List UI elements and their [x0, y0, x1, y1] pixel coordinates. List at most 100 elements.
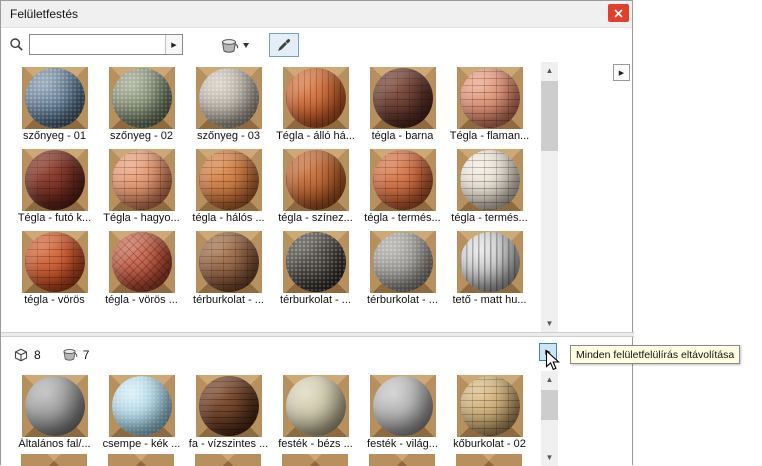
search-input[interactable] [32, 36, 164, 53]
material-preview-backdrop [108, 375, 175, 437]
dropdown-arrow-icon: ▶ [171, 41, 177, 49]
partial-next-row [21, 454, 541, 466]
material-tile[interactable]: tégla - vörös ... [98, 231, 185, 307]
material-tile-partial[interactable] [195, 454, 261, 466]
material-label: Általános fal/... [18, 438, 91, 450]
material-preview-backdrop [108, 231, 175, 293]
material-preview-backdrop [108, 67, 175, 129]
material-preview-backdrop [369, 67, 436, 129]
material-preview-backdrop [456, 67, 523, 129]
toolbar-flyout-button[interactable]: ▶ [613, 64, 630, 81]
eyedropper-button[interactable] [269, 33, 299, 57]
material-preview-backdrop [282, 231, 349, 293]
material-label: térburkolat - ... [367, 294, 438, 306]
material-tile[interactable]: tégla - termés... [359, 149, 446, 225]
material-tile[interactable]: térburkolat - ... [272, 231, 359, 307]
materials-grid-bottom: Általános fal/... csempe - kék ... fa - … [11, 375, 541, 451]
material-tile-partial[interactable] [369, 454, 435, 466]
material-preview-backdrop [195, 231, 262, 293]
material-label: festék - bézs ... [278, 438, 353, 450]
material-label: tégla - termés... [451, 212, 528, 224]
scroll-up-icon: ▲ [545, 66, 554, 75]
mouse-cursor [545, 349, 561, 377]
material-preview-backdrop [195, 375, 262, 437]
splitter-handle[interactable] [1, 332, 634, 337]
window-title: Felületfestés [10, 7, 79, 21]
window-titlebar[interactable]: Felületfestés [1, 1, 632, 28]
close-button[interactable] [608, 4, 629, 22]
material-label: festék - világ... [367, 438, 438, 450]
material-tile[interactable]: Tégla - hagyo... [98, 149, 185, 225]
material-tile[interactable]: festék - bézs ... [272, 375, 359, 451]
scrollbar-thumb[interactable] [541, 81, 558, 151]
material-preview-backdrop [369, 231, 436, 293]
scrollbar-top[interactable]: ▲ ▼ [541, 62, 558, 332]
material-tile[interactable]: szőnyeg - 02 [98, 67, 185, 143]
material-tile[interactable]: festék - világ... [359, 375, 446, 451]
search-box: ▶ [29, 34, 183, 55]
material-sphere-thumbnail [372, 376, 433, 436]
scroll-down-button[interactable]: ▼ [541, 449, 558, 466]
material-tile[interactable]: tégla - termés... [446, 149, 533, 225]
scrollbar-thumb[interactable] [541, 390, 558, 420]
material-tile-partial[interactable] [282, 454, 348, 466]
material-label: tégla - hálós ... [192, 212, 265, 224]
search-icon [9, 37, 24, 57]
material-sphere-thumbnail [111, 68, 172, 128]
material-preview-backdrop [108, 149, 175, 211]
scroll-down-button[interactable]: ▼ [541, 315, 558, 332]
material-tile[interactable]: tető - matt hu... [446, 231, 533, 307]
material-preview-backdrop [456, 375, 523, 437]
material-tile-partial[interactable] [108, 454, 174, 466]
close-icon [614, 8, 623, 18]
materials-list-bottom: Általános fal/... csempe - kék ... fa - … [1, 371, 541, 466]
paint-bucket-button[interactable] [213, 33, 255, 57]
material-tile[interactable]: csempe - kék ... [98, 375, 185, 451]
paint-bucket-small-icon [63, 349, 77, 361]
search-dropdown-button[interactable]: ▶ [165, 35, 182, 54]
material-tile[interactable]: kőburkolat - 02 [446, 375, 533, 451]
material-sphere-thumbnail [198, 68, 259, 128]
material-label: tégla - vörös ... [105, 294, 178, 306]
material-tile[interactable]: térburkolat - ... [185, 231, 272, 307]
material-tile[interactable]: Tégla - flaman... [446, 67, 533, 143]
surface-painter-window: Felületfestés ▶ ▶ szőnyeg - 01 szőnyeg -… [0, 0, 634, 466]
material-preview-backdrop [282, 67, 349, 129]
material-label: kőburkolat - 02 [453, 438, 526, 450]
material-tile[interactable]: fa - vízszintes ... [185, 375, 272, 451]
material-label: Tégla - futó k... [17, 212, 92, 224]
material-tile[interactable]: szőnyeg - 03 [185, 67, 272, 143]
material-sphere-thumbnail [372, 150, 433, 210]
cube-count: 8 [34, 347, 41, 362]
material-tile[interactable]: Tégla - álló há... [272, 67, 359, 143]
material-label: szőnyeg - 02 [110, 130, 173, 142]
scroll-up-button[interactable]: ▲ [541, 62, 558, 79]
material-sphere-thumbnail [198, 232, 259, 292]
material-label: tégla - vörös [24, 294, 85, 306]
material-tile[interactable]: tégla - színez... [272, 149, 359, 225]
material-preview-backdrop [21, 231, 88, 293]
material-tile[interactable]: térburkolat - ... [359, 231, 446, 307]
material-tile[interactable]: Tégla - futó k... [11, 149, 98, 225]
material-tile[interactable]: szőnyeg - 01 [11, 67, 98, 143]
material-tile[interactable]: tégla - barna [359, 67, 446, 143]
material-tile[interactable]: tégla - vörös [11, 231, 98, 307]
material-label: Tégla - hagyo... [103, 212, 180, 224]
material-preview-backdrop [456, 231, 523, 293]
material-tile[interactable]: Általános fal/... [11, 375, 98, 451]
material-sphere-thumbnail [24, 232, 85, 292]
material-preview-backdrop [21, 67, 88, 129]
material-label: tégla - barna [371, 130, 434, 142]
material-preview-backdrop [369, 375, 436, 437]
scrollbar-bottom[interactable]: ▲ ▼ [541, 371, 558, 466]
material-tile[interactable]: tégla - hálós ... [185, 149, 272, 225]
material-label: tégla - színez... [278, 212, 353, 224]
material-tile-partial[interactable] [456, 454, 522, 466]
material-tile-partial[interactable] [21, 454, 87, 466]
material-label: Tégla - flaman... [449, 130, 530, 142]
scroll-down-icon: ▼ [545, 453, 554, 462]
material-sphere-thumbnail [285, 376, 346, 436]
material-preview-backdrop [21, 375, 88, 437]
material-preview-backdrop [21, 149, 88, 211]
material-sphere-thumbnail [459, 150, 520, 210]
